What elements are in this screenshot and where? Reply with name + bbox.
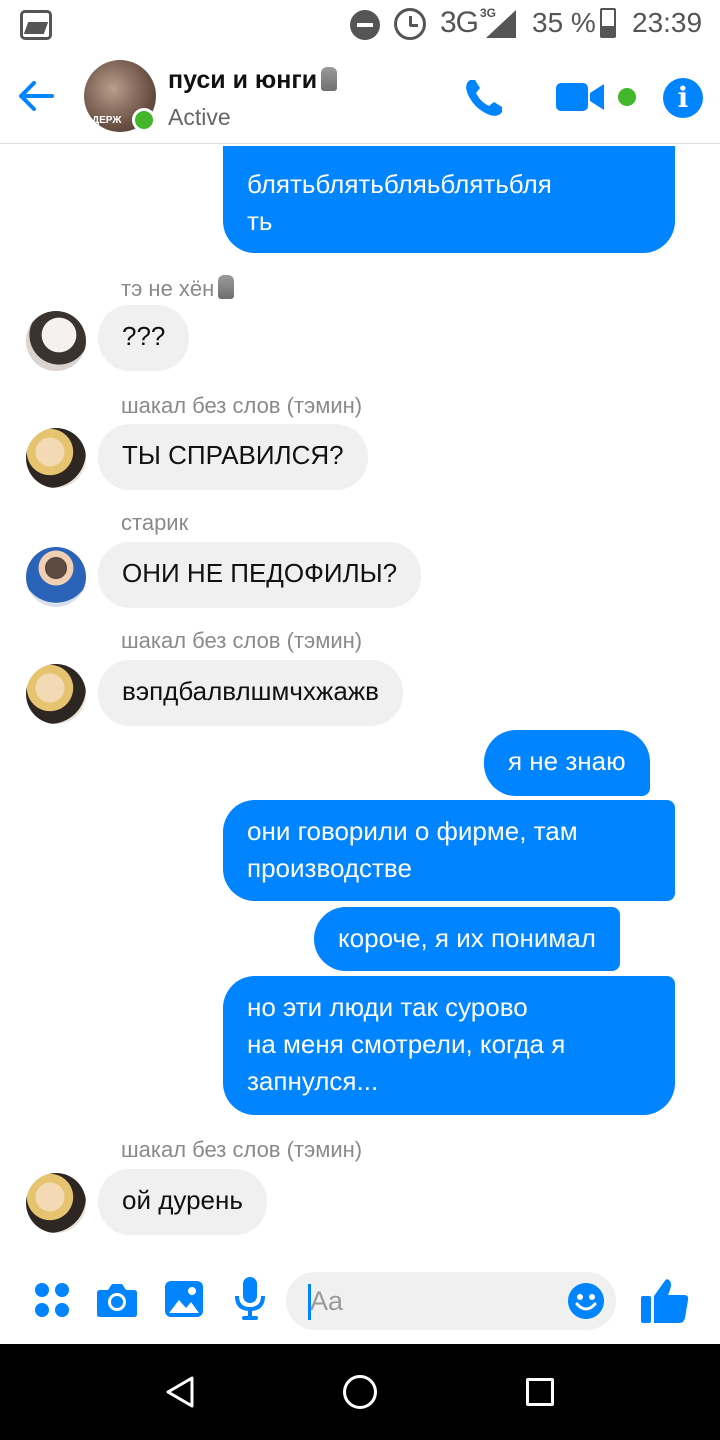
message-text: но эти люди так сурово на меня смотрели,… xyxy=(247,992,566,1096)
avatar[interactable] xyxy=(26,664,86,724)
microphone-icon[interactable] xyxy=(232,1276,268,1320)
clock: 23:39 xyxy=(632,7,703,38)
message-text: блятьблятьбляьблятьбля ть xyxy=(247,169,552,236)
message-outgoing[interactable]: но эти люди так сурово на меня смотрели,… xyxy=(223,976,675,1115)
avatar[interactable] xyxy=(26,428,86,488)
sender-name: шакал без слов (тэмин) xyxy=(121,1137,363,1162)
sender-name: шакал без слов (тэмин) xyxy=(121,628,363,653)
avatar[interactable] xyxy=(26,547,86,607)
chat-title-text: пуси и юнги xyxy=(168,66,318,94)
text-caret xyxy=(308,1284,311,1320)
sender-name: старик xyxy=(121,510,189,535)
message-outgoing[interactable]: они говорили о фирме, там производстве xyxy=(223,800,675,901)
video-active-dot xyxy=(618,88,636,106)
composer-bar xyxy=(0,1254,720,1344)
avatar[interactable] xyxy=(26,311,86,371)
thumbs-up-icon[interactable] xyxy=(640,1276,690,1324)
message-text: ТЫ СПРАВИЛСЯ? xyxy=(122,440,344,470)
status-bar: 3G 3G 35 % 23:39 xyxy=(0,0,720,50)
chat-status: Active xyxy=(168,104,231,130)
avatar[interactable] xyxy=(26,1173,86,1233)
camera-icon[interactable] xyxy=(96,1280,138,1318)
video-camera-icon[interactable] xyxy=(556,80,606,114)
message-outgoing[interactable]: я не знаю xyxy=(484,730,650,796)
nav-back-icon[interactable] xyxy=(162,1374,198,1410)
nav-home-icon[interactable] xyxy=(343,1375,377,1409)
nav-recents-icon[interactable] xyxy=(526,1378,554,1406)
sender-name: шакал без слов (тэмин) xyxy=(121,393,363,418)
do-not-disturb-icon xyxy=(350,10,380,40)
apps-icon[interactable] xyxy=(34,1282,70,1318)
network-type: 3G xyxy=(440,6,479,39)
message-incoming[interactable]: ОНИ НЕ ПЕДОФИЛЫ? xyxy=(98,542,422,608)
signal-icon xyxy=(486,10,516,38)
back-arrow-icon[interactable] xyxy=(14,74,58,118)
battery-icon xyxy=(600,8,616,38)
moai-emoji-icon xyxy=(218,275,235,299)
message-outgoing[interactable]: блятьблятьбляьблятьбля ть xyxy=(223,146,675,253)
message-text: вэпдбалвлшмчхжажв xyxy=(122,676,379,706)
message-text: я не знаю xyxy=(508,746,626,776)
system-nav-bar xyxy=(0,1344,720,1440)
online-indicator xyxy=(132,108,156,132)
chat-header: ДЕРЖ пуси и юнги Active i xyxy=(0,50,720,144)
chat-title[interactable]: пуси и юнги xyxy=(168,66,338,95)
image-icon[interactable] xyxy=(164,1280,204,1318)
phone-icon[interactable] xyxy=(460,74,508,122)
sender-name: тэ не хён xyxy=(121,275,235,302)
message-incoming[interactable]: ТЫ СПРАВИЛСЯ? xyxy=(98,424,368,490)
message-text: они говорили о фирме, там производстве xyxy=(247,816,578,883)
battery-percent: 35 % xyxy=(532,7,596,38)
message-incoming[interactable]: ой дурень xyxy=(98,1169,267,1235)
emoji-icon[interactable] xyxy=(568,1283,604,1319)
message-text: ??? xyxy=(122,321,166,351)
avatar-caption: ДЕРЖ xyxy=(92,115,122,126)
info-icon[interactable]: i xyxy=(663,78,703,118)
alarm-icon xyxy=(394,8,426,40)
message-text: короче, я их понимал xyxy=(338,923,596,953)
message-incoming[interactable]: вэпдбалвлшмчхжажв xyxy=(98,660,403,726)
gallery-icon xyxy=(20,10,52,40)
message-incoming[interactable]: ??? xyxy=(98,305,190,371)
message-input[interactable] xyxy=(286,1272,616,1330)
message-outgoing[interactable]: короче, я их понимал xyxy=(314,907,620,971)
message-text: ОНИ НЕ ПЕДОФИЛЫ? xyxy=(122,558,398,588)
message-text: ой дурень xyxy=(122,1185,243,1215)
moai-emoji-icon xyxy=(321,67,338,91)
